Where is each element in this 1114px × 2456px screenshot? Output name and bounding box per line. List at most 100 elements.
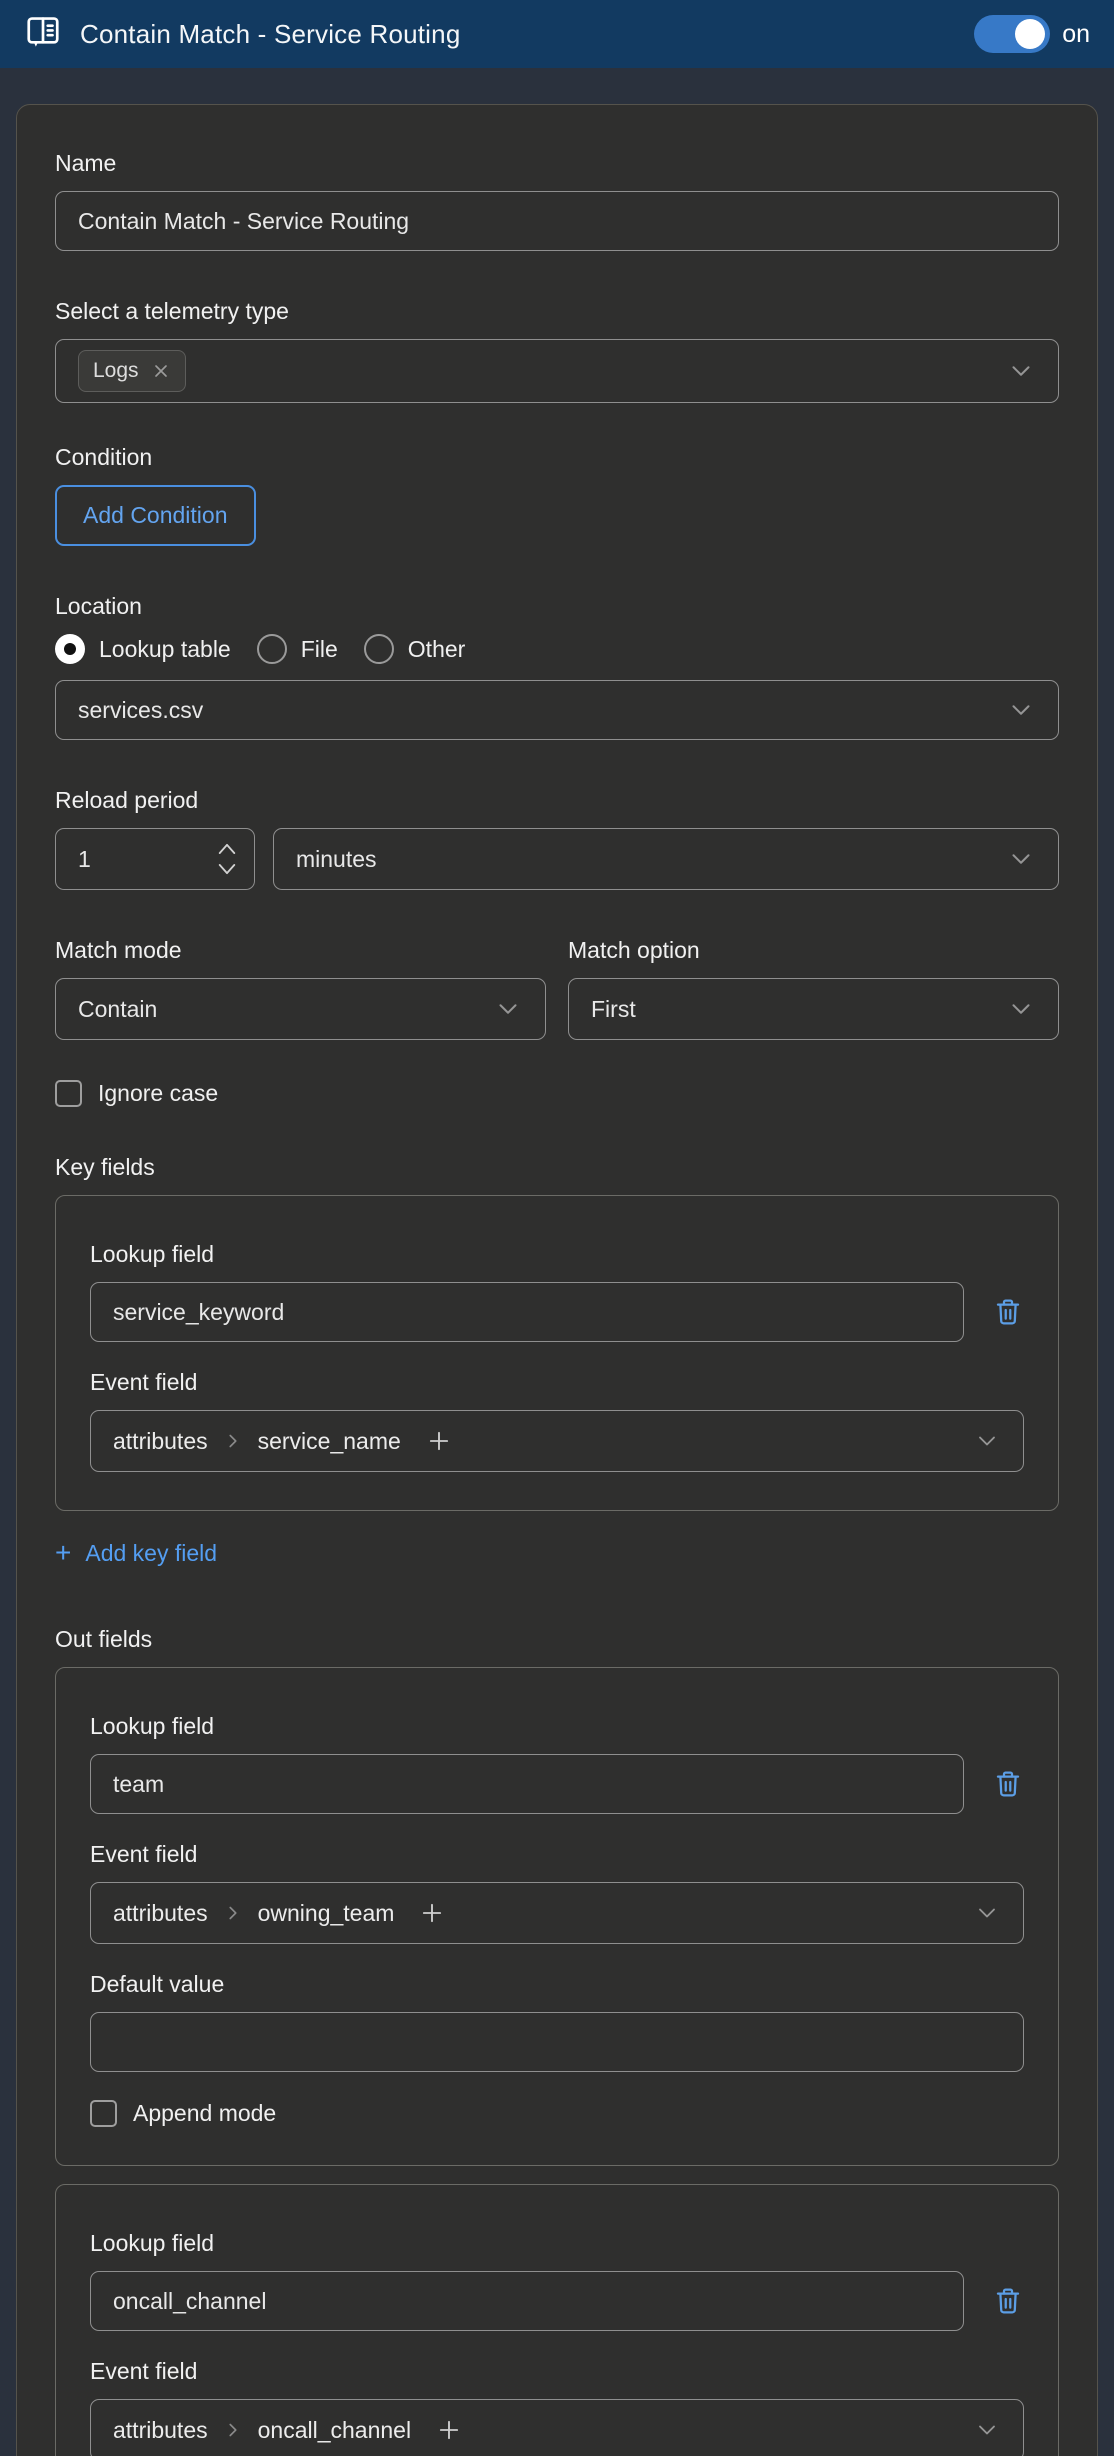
event-path-segment: service_name bbox=[257, 1427, 401, 1454]
reload-period-section: Reload period 1 minutes bbox=[55, 786, 1059, 890]
default-value-input[interactable] bbox=[90, 2012, 1024, 2072]
event-field-label: Event field bbox=[90, 1841, 198, 1867]
enabled-toggle[interactable] bbox=[974, 15, 1051, 53]
processor-config-card: Name Contain Match - Service Routing Sel… bbox=[16, 104, 1098, 2456]
lookup-table-select[interactable]: services.csv bbox=[55, 680, 1059, 740]
radio-label: File bbox=[300, 635, 338, 662]
lookup-field-value: team bbox=[113, 1770, 165, 1797]
event-path-segment: owning_team bbox=[257, 1899, 395, 1926]
out-field-card: Lookup field oncall_channel Event field bbox=[55, 2184, 1059, 2456]
event-field-select[interactable]: attributes oncall_channel bbox=[90, 2399, 1024, 2456]
event-path-segment: attributes bbox=[113, 2416, 208, 2443]
match-option-col: Match option First bbox=[568, 936, 1059, 1040]
trash-icon bbox=[996, 1299, 1020, 1325]
radio-unselected-icon bbox=[363, 634, 394, 664]
telemetry-label: Select a telemetry type bbox=[55, 298, 289, 324]
ignore-case-label: Ignore case bbox=[98, 1080, 219, 1106]
chip-label: Logs bbox=[93, 359, 139, 382]
delete-out-field-button[interactable] bbox=[992, 1767, 1024, 1801]
add-path-segment-icon[interactable] bbox=[435, 2416, 463, 2444]
radio-unselected-icon bbox=[256, 634, 287, 664]
location-label: Location bbox=[55, 593, 142, 619]
chevron-right-icon bbox=[229, 2423, 237, 2437]
processor-header: Contain Match - Service Routing on bbox=[0, 0, 1114, 68]
event-field-label: Event field bbox=[90, 2358, 198, 2384]
ignore-case-checkbox[interactable] bbox=[55, 1080, 82, 1107]
radio-label: Other bbox=[407, 635, 466, 662]
key-fields-label: Key fields bbox=[55, 1154, 155, 1180]
event-path-segment: attributes bbox=[113, 1899, 208, 1926]
chevron-right-icon bbox=[229, 1906, 237, 1920]
toggle-state-label: on bbox=[1062, 19, 1090, 48]
telemetry-select[interactable]: Logs bbox=[55, 339, 1059, 403]
match-option-select[interactable]: First bbox=[568, 978, 1059, 1040]
condition-section: Condition Add Condition bbox=[55, 443, 1059, 546]
lookup-field-value: oncall_channel bbox=[113, 2287, 267, 2314]
lookup-field-input[interactable]: oncall_channel bbox=[90, 2271, 964, 2331]
add-key-field-label: Add key field bbox=[85, 1539, 218, 1566]
page-title: Contain Match - Service Routing bbox=[80, 18, 461, 49]
reload-period-unit-select[interactable]: minutes bbox=[273, 828, 1059, 890]
match-option-label: Match option bbox=[568, 937, 700, 963]
reload-period-unit-value: minutes bbox=[296, 845, 377, 872]
lookup-field-input[interactable]: service_keyword bbox=[90, 1282, 964, 1342]
match-mode-select[interactable]: Contain bbox=[55, 978, 546, 1040]
chevron-down-icon bbox=[979, 2425, 995, 2435]
radio-selected-icon bbox=[55, 634, 85, 664]
append-mode-checkbox[interactable] bbox=[90, 2100, 117, 2127]
lookup-field-label: Lookup field bbox=[90, 1713, 215, 1739]
add-key-field-link[interactable]: + Add key field bbox=[55, 1539, 217, 1567]
reload-period-label: Reload period bbox=[55, 787, 199, 813]
number-stepper bbox=[216, 842, 238, 876]
name-section: Name Contain Match - Service Routing bbox=[55, 149, 1059, 251]
out-fields-section: Out fields Lookup field team Event field bbox=[55, 1625, 1059, 2456]
key-fields-section: Key fields Lookup field service_keyword … bbox=[55, 1153, 1059, 1567]
ignore-case-row[interactable]: Ignore case bbox=[55, 1080, 1059, 1107]
match-option-value: First bbox=[591, 995, 636, 1022]
radio-label: Lookup table bbox=[99, 635, 231, 662]
delete-out-field-button[interactable] bbox=[992, 2284, 1024, 2318]
chevron-right-icon bbox=[229, 1434, 237, 1448]
add-path-segment-icon[interactable] bbox=[425, 1427, 453, 1455]
chevron-down-icon bbox=[979, 1436, 995, 1446]
out-field-card: Lookup field team Event field attributes… bbox=[55, 1667, 1059, 2166]
reload-period-value: 1 bbox=[78, 845, 91, 872]
radio-other[interactable]: Other bbox=[363, 634, 466, 664]
match-section: Match mode Contain Match option First bbox=[55, 936, 1059, 1040]
match-mode-value: Contain bbox=[78, 995, 158, 1022]
chevron-down-icon bbox=[1012, 705, 1030, 715]
radio-file[interactable]: File bbox=[256, 634, 338, 664]
match-mode-label: Match mode bbox=[55, 937, 182, 963]
event-field-select[interactable]: attributes owning_team bbox=[90, 1882, 1024, 1944]
plus-icon: + bbox=[55, 1537, 72, 1568]
lookup-field-input[interactable]: team bbox=[90, 1754, 964, 1814]
name-label: Name bbox=[55, 150, 117, 176]
append-mode-row[interactable]: Append mode bbox=[90, 2100, 1024, 2127]
toggle-knob bbox=[1015, 19, 1046, 49]
stepper-up-icon[interactable] bbox=[216, 842, 238, 855]
lookup-field-value: service_keyword bbox=[113, 1298, 285, 1325]
location-radio-group: Lookup table File Other bbox=[55, 634, 1059, 664]
lookup-table-value: services.csv bbox=[78, 696, 204, 723]
radio-lookup-table[interactable]: Lookup table bbox=[55, 634, 231, 664]
chevron-down-icon bbox=[499, 1004, 517, 1014]
event-path-segment: oncall_channel bbox=[257, 2416, 412, 2443]
chevron-down-icon bbox=[1012, 366, 1030, 376]
trash-icon bbox=[996, 2288, 1020, 2314]
telemetry-chip-logs[interactable]: Logs bbox=[78, 350, 186, 392]
stepper-down-icon[interactable] bbox=[216, 863, 238, 876]
trash-icon bbox=[996, 1771, 1020, 1797]
delete-key-field-button[interactable] bbox=[992, 1295, 1024, 1329]
name-input[interactable]: Contain Match - Service Routing bbox=[55, 191, 1059, 251]
condition-label: Condition bbox=[55, 444, 153, 470]
telemetry-section: Select a telemetry type Logs bbox=[55, 297, 1059, 403]
event-field-select[interactable]: attributes service_name bbox=[90, 1410, 1024, 1472]
chip-remove-icon[interactable] bbox=[151, 361, 171, 381]
book-open-icon bbox=[24, 13, 62, 56]
chevron-down-icon bbox=[1012, 854, 1030, 864]
add-condition-button[interactable]: Add Condition bbox=[55, 485, 256, 546]
add-path-segment-icon[interactable] bbox=[418, 1899, 446, 1927]
name-input-value: Contain Match - Service Routing bbox=[78, 207, 410, 234]
reload-period-number-input[interactable]: 1 bbox=[55, 828, 255, 890]
lookup-field-label: Lookup field bbox=[90, 1241, 215, 1267]
